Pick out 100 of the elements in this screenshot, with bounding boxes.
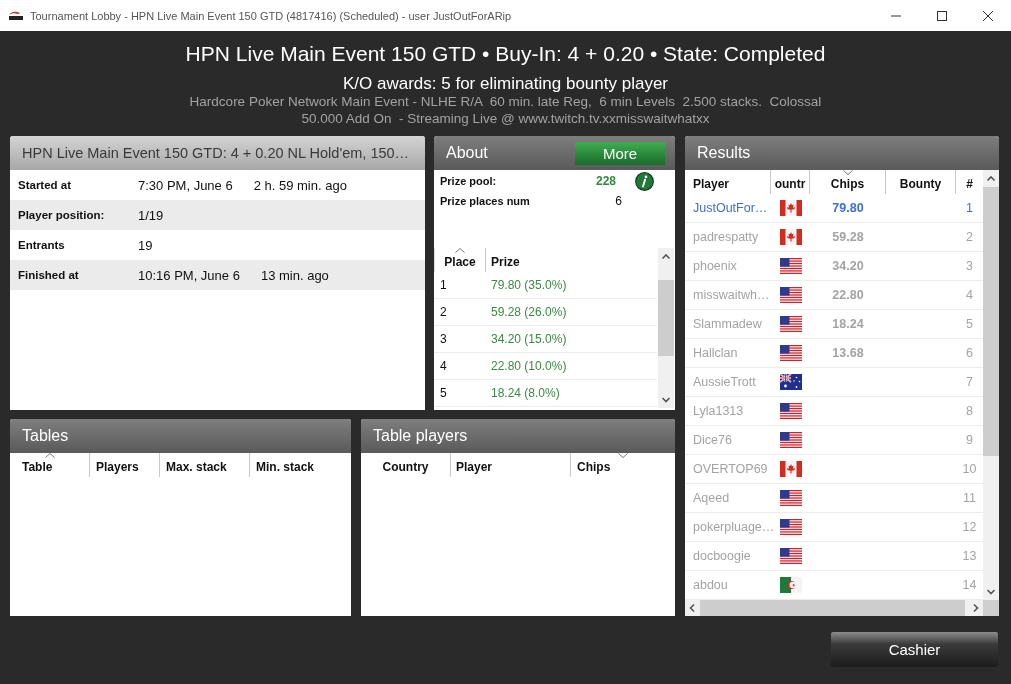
info-label: Player position:: [17, 209, 106, 221]
prize-places-label: Prize places num: [440, 195, 531, 207]
panel-title: Table players: [373, 427, 468, 445]
player-name: Slammadew: [692, 317, 763, 331]
player-name: OVERTOP69: [692, 462, 769, 476]
place-number: 2: [439, 305, 448, 319]
column-header[interactable]: Prize: [486, 248, 657, 272]
player-name: Dice76: [692, 433, 733, 447]
rank-number: 1: [965, 201, 974, 215]
cashier-button[interactable]: Cashier: [831, 632, 998, 667]
canada-flag-icon: [779, 229, 802, 245]
elapsed-time: 2 h. 59 min. ago: [253, 177, 347, 193]
usa-flag-icon: [779, 548, 802, 564]
player-name: pokerpluage…: [692, 520, 771, 534]
player-name: misswaitwh…: [692, 288, 771, 302]
info-value: 10:16 PM, June 6: [138, 267, 240, 283]
prize-amount: 22.80 (10.0%): [491, 359, 567, 373]
player-name: Lyla1313: [692, 404, 745, 418]
player-name: JustOutFor…: [692, 201, 769, 215]
column-header[interactable]: Chips: [571, 453, 675, 477]
usa-flag-icon: [779, 258, 802, 274]
close-icon: [983, 10, 993, 21]
column-header[interactable]: #: [956, 170, 983, 194]
canada-flag-icon: [779, 461, 802, 477]
panel-title: Tables: [22, 427, 69, 445]
panel-title: About: [446, 144, 488, 162]
column-header[interactable]: Country: [361, 453, 451, 477]
algeria-flag-icon: [779, 577, 802, 593]
chips-value: 79.80: [832, 201, 864, 215]
place-number: 4: [439, 359, 448, 373]
elapsed-time: 13 min. ago: [260, 267, 329, 283]
player-name: padrespatty: [692, 230, 760, 244]
player-name: phoenix: [692, 259, 738, 273]
usa-flag-icon: [779, 287, 802, 303]
usa-flag-icon: [779, 519, 802, 535]
player-name: Hallclan: [692, 346, 739, 360]
rank-number: 5: [965, 317, 974, 331]
column-header[interactable]: Min. stack: [250, 453, 351, 477]
usa-flag-icon: [779, 432, 802, 448]
column-header[interactable]: Player: [451, 453, 571, 477]
place-number: 5: [439, 386, 448, 400]
usa-flag-icon: [779, 403, 802, 419]
place-number: 1: [439, 278, 448, 292]
ko-awards-text: K/O awards: 5 for eliminating bounty player: [341, 75, 670, 93]
chips-value: 18.24: [832, 317, 864, 331]
usa-flag-icon: [779, 490, 802, 506]
info-value: 1/19: [138, 207, 164, 223]
canada-flag-icon: [779, 200, 802, 216]
place-number: 3: [439, 332, 448, 346]
usa-flag-icon: [779, 316, 802, 332]
rank-number: 8: [965, 404, 974, 418]
rank-number: 2: [965, 230, 974, 244]
app-logo-icon: [8, 10, 24, 21]
column-header[interactable]: Table: [10, 453, 90, 477]
chips-value: 22.80: [832, 288, 864, 302]
chips-value: 34.20: [832, 259, 864, 273]
rank-number: 3: [965, 259, 974, 273]
scrollbar-thumb[interactable]: [983, 187, 999, 457]
column-header[interactable]: Place: [434, 248, 486, 272]
info-label: Entrants: [17, 239, 66, 251]
rank-number: 4: [965, 288, 974, 302]
scrollbar-corner: [983, 600, 999, 616]
rank-number: 11: [962, 491, 977, 505]
panel-title: HPN Live Main Event 150 GTD: 4 + 0.20 NL Hold'em, 150…: [22, 145, 410, 161]
info-value: 19: [138, 237, 153, 253]
prize-amount: 18.24 (8.0%): [491, 386, 560, 400]
prize-amount: 79.80 (35.0%): [491, 278, 567, 292]
info-icon[interactable]: [635, 171, 654, 191]
info-label: Started at: [17, 179, 73, 191]
chips-value: 13.68: [832, 346, 864, 360]
rank-number: 7: [965, 375, 974, 389]
player-name: AussieTrott: [692, 375, 757, 389]
column-header[interactable]: Max. stack: [160, 453, 250, 477]
column-header[interactable]: Players: [90, 453, 160, 477]
rank-number: 9: [965, 433, 974, 447]
info-label: Finished at: [17, 269, 80, 281]
scrollbar-thumb[interactable]: [658, 280, 674, 356]
info-value: 7:30 PM, June 6: [138, 177, 233, 193]
vertical-scrollbar[interactable]: [983, 170, 999, 600]
prize-pool-value: 228: [594, 174, 616, 188]
maximize-icon: [937, 10, 947, 21]
usa-flag-icon: [779, 345, 802, 361]
panel-title: Results: [697, 144, 751, 162]
tournament-description: Hardcore Poker Network Main Event - NLHE R/A 60 min. late Reg, 6 min Levels 2.500 stacks. Colossal 50.000 Add On - Streaming Live @ www.twitch.tv.xxmisswaitwhatxx: [188, 93, 823, 127]
rank-number: 13: [961, 549, 978, 563]
more-button[interactable]: More: [575, 141, 665, 165]
vertical-scrollbar[interactable]: [658, 248, 674, 408]
prize-amount: 34.20 (15.0%): [491, 332, 567, 346]
rank-number: 12: [961, 520, 978, 534]
australia-flag-icon: [779, 374, 802, 390]
rank-number: 14: [961, 578, 978, 592]
player-name: Aqeed: [692, 491, 731, 505]
chips-value: 59.28: [832, 230, 864, 244]
prize-places-value: 6: [614, 194, 622, 208]
player-name: abdou: [692, 578, 729, 592]
prize-pool-label: Prize pool:: [440, 175, 498, 187]
tournament-title: HPN Live Main Event 150 GTD • Buy-In: 4 + 0.20 • State: Completed: [184, 41, 827, 67]
window-title: Tournament Lobby - HPN Live Main Event 150 GTD (4817416) (Scheduled) - user JustOutForARip: [30, 9, 513, 22]
prize-amount: 59.28 (26.0%): [491, 305, 567, 319]
player-name: docboogie: [692, 549, 752, 563]
